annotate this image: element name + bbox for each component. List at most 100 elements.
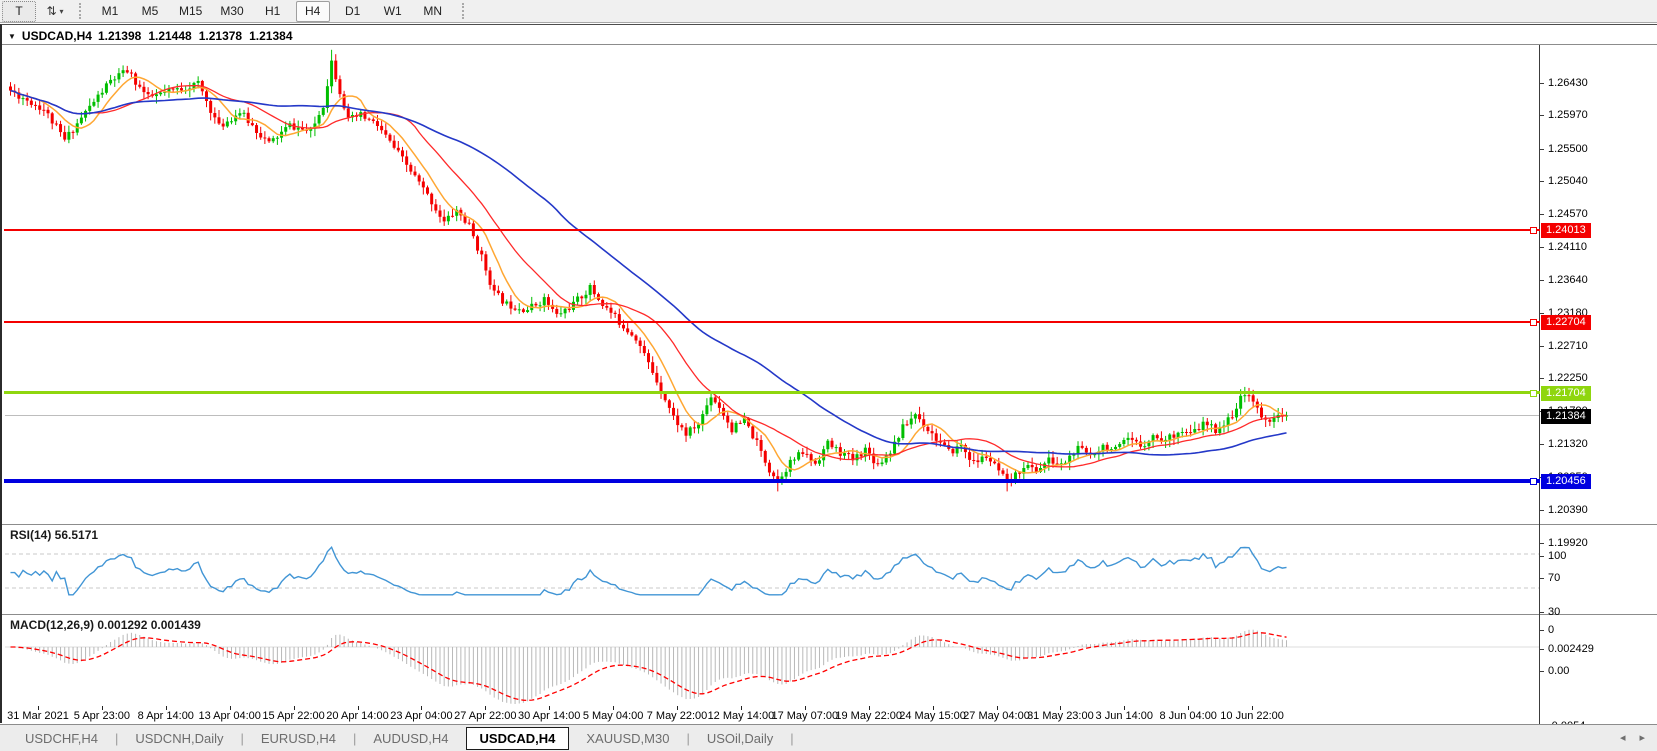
price-tick-mark [1540, 115, 1544, 116]
ohlc-high: 1.21448 [148, 29, 191, 43]
time-tick-label: 5 Apr 23:00 [74, 710, 130, 722]
price-tick-mark [1540, 313, 1544, 314]
price-tick-mark [1540, 214, 1544, 215]
line-anchor-marker[interactable] [1530, 319, 1537, 326]
time-tick-label: 13 Apr 04:00 [198, 710, 260, 722]
line-anchor-marker[interactable] [1530, 478, 1537, 485]
time-tick-label: 27 Apr 22:00 [454, 710, 516, 722]
timeframe-button-m1[interactable]: M1 [93, 1, 127, 22]
tab-eurusd-h4[interactable]: EURUSD,H4 [246, 728, 351, 749]
tab-separator: | [686, 731, 689, 746]
chart-tab-bar: USDCHF,H4|USDCNH,Daily|EURUSD,H4|AUDUSD,… [0, 724, 1657, 751]
price-tick-mark [1540, 378, 1544, 379]
time-axis[interactable]: 31 Mar 2021 5 Apr 23:00 8 Apr 14:00 13 Apr … [2, 706, 1657, 725]
rsi-label: RSI(14) 56.5171 [10, 528, 98, 542]
macd-tick-mark [1540, 671, 1544, 672]
rsi-tick-mark [1540, 556, 1544, 557]
time-tick-label: 31 May 23:00 [1027, 710, 1094, 722]
tab-separator: | [353, 731, 356, 746]
price-tick-mark [1540, 543, 1544, 544]
price-tick-label: 1.19920 [1548, 537, 1588, 549]
tab-separator: | [115, 731, 118, 746]
tab-usoil-daily[interactable]: USOil,Daily [692, 728, 788, 749]
toolbar-grip[interactable] [79, 3, 86, 19]
toolbar-grip-right[interactable] [462, 3, 469, 19]
tab-usdcad-h4[interactable]: USDCAD,H4 [466, 727, 570, 750]
timeframe-button-m30[interactable]: M30 [214, 1, 249, 22]
tab-usdchf-h4[interactable]: USDCHF,H4 [10, 728, 113, 749]
current-price-tag: 1.21384 [1541, 409, 1591, 424]
time-tick-label: 20 Apr 14:00 [326, 710, 388, 722]
price-tick-mark [1540, 280, 1544, 281]
time-tick-label: 17 May 07:00 [771, 710, 838, 722]
top-toolbar: T ⇅ ▾ M1 M5 M15 M30 H1 H4 D1 W1 MN [0, 0, 1657, 23]
price-tick-label: 1.25970 [1548, 109, 1588, 121]
timeframe-button-d1[interactable]: D1 [336, 1, 370, 22]
cycle-icon: ⇅ [46, 4, 56, 18]
price-tick-mark [1540, 247, 1544, 248]
line-anchor-marker[interactable] [1530, 390, 1537, 397]
price-tick-label: 1.21320 [1548, 438, 1588, 450]
time-tick-label: 5 May 04:00 [583, 710, 644, 722]
time-tick-label: 15 Apr 22:00 [262, 710, 324, 722]
rsi-tick-mark [1540, 612, 1544, 613]
timeframe-button-mn[interactable]: MN [416, 1, 450, 22]
rsi-tick-mark [1540, 578, 1544, 579]
mt4-window: T ⇅ ▾ M1 M5 M15 M30 H1 H4 D1 W1 MN ▼ USDCAD,H4 1… [0, 0, 1657, 751]
symbol-label: USDCAD,H4 [22, 29, 92, 43]
price-tick-label: 1.22710 [1548, 340, 1588, 352]
tab-separator: | [240, 731, 243, 746]
macd-label: MACD(12,26,9) 0.001292 0.001439 [10, 618, 201, 632]
line-anchor-marker[interactable] [1530, 227, 1537, 234]
panel-separator[interactable] [2, 524, 1657, 525]
price-tick-label: 1.25500 [1548, 143, 1588, 155]
tab-xauusd-m30[interactable]: XAUUSD,M30 [571, 728, 684, 749]
time-tick-label: 3 Jun 14:00 [1096, 710, 1154, 722]
time-tick-label: 27 May 04:00 [963, 710, 1030, 722]
price-tick-mark [1540, 444, 1544, 445]
timeframe-button-m5[interactable]: M5 [133, 1, 167, 22]
tab-separator: | [790, 731, 793, 746]
cycle-tool-button[interactable]: ⇅ ▾ [38, 1, 72, 22]
tab-scroll-right-icon[interactable]: ▸ [1639, 731, 1645, 744]
resistance-line[interactable] [4, 229, 1540, 231]
collapse-caret-icon[interactable]: ▼ [8, 32, 16, 41]
price-tick-label: 1.20390 [1548, 504, 1588, 516]
resistance-line[interactable] [4, 321, 1540, 323]
price-tick-label: 1.24570 [1548, 208, 1588, 220]
rsi-tick-label: 100 [1548, 550, 1566, 562]
tab-audusd-h4[interactable]: AUDUSD,H4 [358, 728, 463, 749]
tab-scroll-left-icon[interactable]: ◂ [1620, 731, 1626, 744]
rsi-tick-label: 70 [1548, 572, 1560, 584]
timeframe-button-h1[interactable]: H1 [256, 1, 290, 22]
chart-window: ▼ USDCAD,H4 1.21398 1.21448 1.21378 1.21… [0, 24, 1657, 723]
price-chart-canvas[interactable] [5, 45, 1539, 524]
tab-scroll-arrows: ◂ ▸ [1620, 731, 1645, 744]
time-tick-label: 19 May 22:00 [835, 710, 902, 722]
time-tick-label: 10 Jun 22:00 [1220, 710, 1284, 722]
macd-tick-mark [1540, 649, 1544, 650]
rsi-canvas[interactable] [5, 526, 1539, 614]
ohlc-low: 1.21378 [199, 29, 242, 43]
rsi-tick-mark [1540, 630, 1544, 631]
text-label-tool-button[interactable]: T [2, 1, 36, 22]
timeframe-button-m15[interactable]: M15 [173, 1, 208, 22]
price-tick-label: 1.22250 [1548, 372, 1588, 384]
chart-tabs: USDCHF,H4|USDCNH,Daily|EURUSD,H4|AUDUSD,… [10, 727, 794, 750]
panel-separator[interactable] [2, 614, 1657, 615]
rsi-tick-label: 0 [1548, 624, 1554, 636]
time-tick-label: 23 Apr 04:00 [390, 710, 452, 722]
tab-usdcnh-daily[interactable]: USDCNH,Daily [120, 728, 238, 749]
support-line[interactable] [4, 391, 1540, 394]
price-tick-label: 1.26430 [1548, 77, 1588, 89]
support-line[interactable] [4, 479, 1540, 483]
macd-canvas[interactable] [5, 616, 1539, 706]
time-tick-label: 31 Mar 2021 [7, 710, 69, 722]
price-level-tag: 1.21704 [1541, 386, 1591, 401]
timeframe-button-w1[interactable]: W1 [376, 1, 410, 22]
timeframe-button-h4[interactable]: H4 [296, 1, 330, 22]
rsi-tick-label: 30 [1548, 606, 1560, 618]
price-tick-label: 1.23640 [1548, 274, 1588, 286]
price-tick-mark [1540, 510, 1544, 511]
time-tick-label: 8 Apr 14:00 [138, 710, 194, 722]
